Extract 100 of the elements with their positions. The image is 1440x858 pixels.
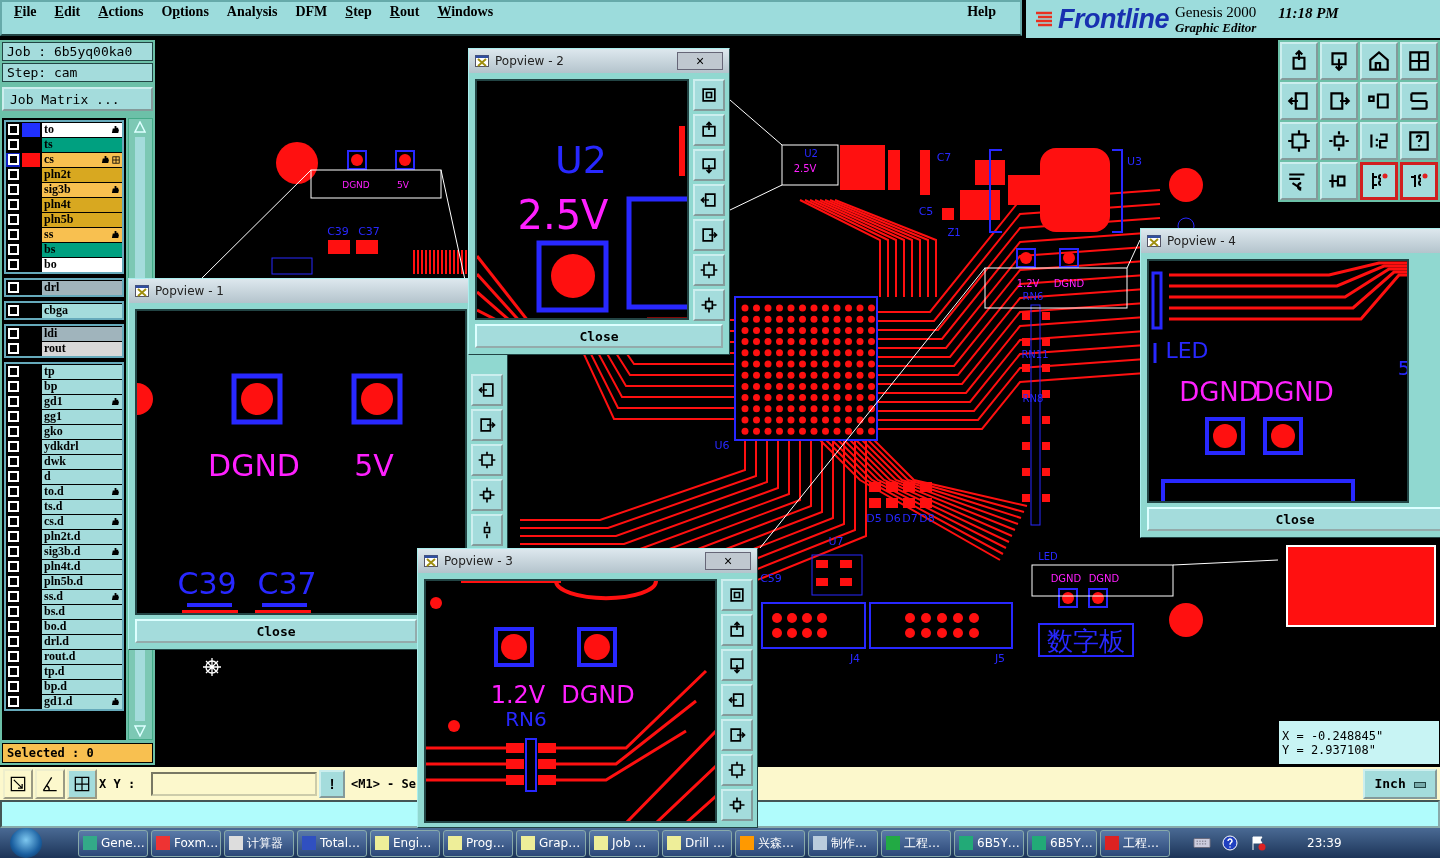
- taskbar-item[interactable]: 兴森…: [735, 829, 805, 857]
- reference-label: D7: [902, 512, 918, 525]
- layer-name[interactable]: to: [42, 122, 122, 137]
- menu-item[interactable]: Step: [345, 4, 372, 20]
- help-menu[interactable]: Help: [967, 4, 996, 20]
- layer-name[interactable]: pln2t: [42, 167, 122, 182]
- reference-label: LED: [1038, 551, 1058, 562]
- close-button[interactable]: Close: [475, 324, 723, 348]
- taskbar-item[interactable]: 工程…: [1100, 829, 1170, 857]
- close-button[interactable]: Close: [135, 619, 417, 643]
- window-title: Popview - 4: [1167, 234, 1237, 248]
- layer-name[interactable]: drl: [42, 280, 122, 295]
- layer-name[interactable]: ss: [42, 227, 122, 242]
- net-label: DGND: [561, 681, 635, 709]
- layer-name[interactable]: bo.d: [42, 619, 122, 634]
- job-matrix-button[interactable]: Job Matrix ...: [2, 87, 153, 111]
- menu-item[interactable]: Options: [161, 4, 209, 20]
- menu-item[interactable]: Actions: [98, 4, 144, 20]
- net-label: DGND: [1050, 573, 1082, 584]
- layer-name[interactable]: drl.d: [42, 634, 122, 649]
- menu-item[interactable]: Windows: [437, 4, 494, 20]
- net-label: 5V: [354, 448, 394, 483]
- window-title: Popview - 1: [155, 284, 225, 298]
- menu-item[interactable]: Edit: [54, 4, 81, 20]
- layer-name[interactable]: ss.d: [42, 589, 122, 604]
- layer-name[interactable]: cs.d: [42, 514, 122, 529]
- taskbar-item[interactable]: 6B5Y…: [1027, 829, 1097, 857]
- layer-name[interactable]: ts: [42, 137, 122, 152]
- layer-name[interactable]: bo: [42, 257, 122, 272]
- layer-name[interactable]: pln2t.d: [42, 529, 122, 544]
- layer-name[interactable]: d: [42, 469, 122, 484]
- reference-label: D6: [885, 512, 901, 525]
- pcb-view[interactable]: 1.2V DGND RN6: [424, 579, 717, 823]
- net-label: 1.2V: [490, 681, 546, 709]
- layer-name[interactable]: tp: [42, 364, 122, 379]
- taskbar-item[interactable]: Foxm…: [151, 829, 221, 857]
- taskbar-item[interactable]: 6B5Y…: [954, 829, 1024, 857]
- layer-name[interactable]: sig3b.d: [42, 544, 122, 559]
- layer-name[interactable]: bp: [42, 379, 122, 394]
- reference-label: C59: [760, 572, 782, 585]
- taskbar-item[interactable]: Prog…: [443, 829, 513, 857]
- layer-name[interactable]: dwk: [42, 454, 122, 469]
- layer-name[interactable]: pln5b: [42, 212, 122, 227]
- close-button[interactable]: Close: [1147, 507, 1440, 531]
- reference-label: C39: [177, 566, 237, 601]
- y-coordinate: Y = 2.937108": [1282, 742, 1377, 757]
- units-button[interactable]: Inch: [1363, 768, 1437, 799]
- pcb-view[interactable]: U2 2.5V: [475, 79, 689, 320]
- taskbar-item[interactable]: 计算器: [224, 829, 294, 857]
- clock-text: 11:18 PM: [1278, 4, 1339, 22]
- layer-name[interactable]: cbga: [42, 303, 122, 318]
- layer-name[interactable]: pln4t: [42, 197, 122, 212]
- layer-name[interactable]: to.d: [42, 484, 122, 499]
- taskbar-item[interactable]: Gene…: [78, 829, 148, 857]
- layer-name[interactable]: bp.d: [42, 679, 122, 694]
- menu-item[interactable]: Rout: [389, 4, 420, 20]
- reference-label: J4: [849, 652, 861, 665]
- selected-count: Selected : 0: [2, 743, 153, 763]
- layer-name[interactable]: rout: [42, 341, 122, 356]
- reference-label: C39: [327, 225, 349, 238]
- layer-name[interactable]: gd1: [42, 394, 122, 409]
- menu-item[interactable]: Analysis: [226, 4, 278, 20]
- layer-name[interactable]: ldi: [42, 326, 122, 341]
- taskbar-item[interactable]: Total…: [297, 829, 367, 857]
- layer-name[interactable]: pln5b.d: [42, 574, 122, 589]
- layer-name[interactable]: bs.d: [42, 604, 122, 619]
- layer-name[interactable]: tp.d: [42, 664, 122, 679]
- taskbar-item[interactable]: Grap…: [516, 829, 586, 857]
- taskbar-item[interactable]: Engi…: [370, 829, 440, 857]
- taskbar-item[interactable]: 制作…: [808, 829, 878, 857]
- close-button[interactable]: ×: [705, 552, 751, 570]
- close-button[interactable]: ×: [677, 52, 723, 70]
- layer-name[interactable]: gko: [42, 424, 122, 439]
- reference-label: U2: [804, 148, 818, 159]
- layer-name[interactable]: gd1.d: [42, 694, 122, 709]
- net-label: 5V: [397, 180, 409, 190]
- taskbar-item[interactable]: Drill …: [662, 829, 732, 857]
- net-label: DGND: [1053, 278, 1085, 289]
- layer-name[interactable]: rout.d: [42, 649, 122, 664]
- layer-name[interactable]: pln4t.d: [42, 559, 122, 574]
- reference-label: Z1: [947, 227, 961, 238]
- pcb-view[interactable]: LED 5 DGNDDGND: [1147, 259, 1409, 503]
- logo-text: Frontline: [1058, 3, 1169, 35]
- menu-item[interactable]: DFM: [295, 4, 328, 20]
- layer-name[interactable]: bs: [42, 242, 122, 257]
- net-label: DGND: [1088, 573, 1120, 584]
- reference-label: RN8: [1022, 393, 1044, 404]
- layer-name[interactable]: gg1: [42, 409, 122, 424]
- layer-name[interactable]: cs: [42, 152, 122, 167]
- taskbar-clock: 23:39: [1307, 836, 1342, 850]
- execute-button[interactable]: !: [319, 769, 345, 798]
- reference-label: 数字板: [1047, 626, 1125, 656]
- layer-name[interactable]: ydkdrl: [42, 439, 122, 454]
- layer-name[interactable]: sig3b: [42, 182, 122, 197]
- taskbar-item[interactable]: 工程…: [881, 829, 951, 857]
- reference-label: U6: [714, 439, 730, 452]
- layer-name[interactable]: ts.d: [42, 499, 122, 514]
- mouse-hint: <M1> - Se: [351, 776, 417, 791]
- menu-item[interactable]: File: [14, 4, 37, 20]
- taskbar-item[interactable]: Job …: [589, 829, 659, 857]
